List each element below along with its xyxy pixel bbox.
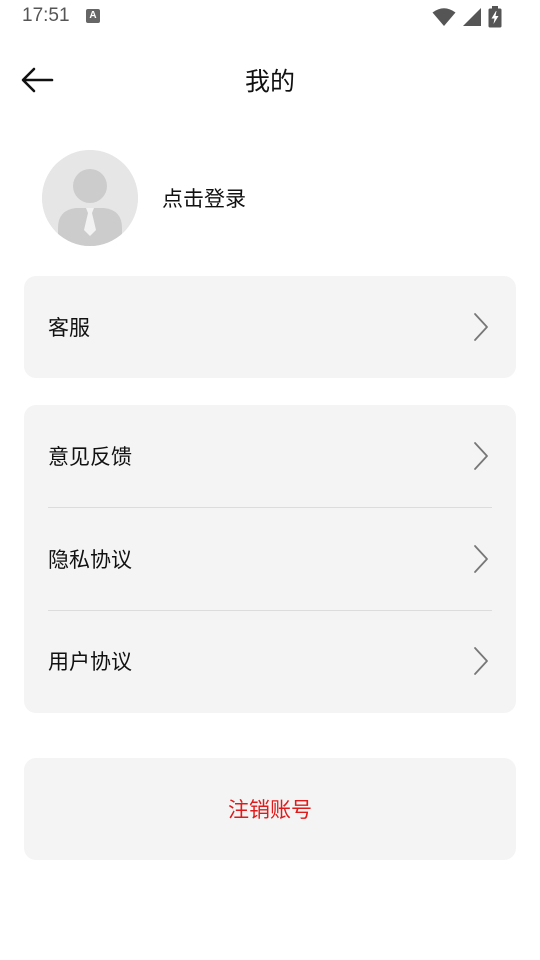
status-icons [432,6,502,28]
chevron-right-icon [474,544,488,573]
login-label[interactable]: 点击登录 [162,183,246,213]
chevron-right-icon [474,313,488,341]
avatar[interactable] [42,150,138,246]
customer-service-card: 客服 [24,276,516,378]
delete-account-button[interactable]: 注销账号 [24,758,516,860]
menu-item-label: 用户协议 [48,650,132,675]
signal-icon [463,8,481,26]
chevron-right-icon [474,442,488,471]
page-title: 我的 [244,67,295,96]
menu-item-feedback[interactable]: 意见反馈 [24,405,516,508]
menu-item-privacy-policy[interactable]: 隐私协议 [24,508,516,611]
status-bar: 17:51 A [0,0,540,34]
header: 我的 [0,44,540,116]
menu-item-customer-service[interactable]: 客服 [24,276,516,378]
menu-item-label: 意见反馈 [48,445,132,470]
profile-login[interactable]: 点击登录 [42,150,246,246]
wifi-icon [432,8,456,26]
default-user-avatar-icon [42,150,138,246]
menu-item-label: 隐私协议 [48,547,132,572]
menu-item-label: 客服 [48,316,90,340]
battery-charging-icon [488,6,502,28]
settings-group-card: 意见反馈 隐私协议 用户协议 [24,405,516,713]
menu-item-user-agreement[interactable]: 用户协议 [24,610,516,713]
status-time: 17:51 [22,5,70,26]
delete-account-label: 注销账号 [228,798,312,822]
a-icon: A [86,9,100,23]
delete-account-card: 注销账号 [24,758,516,860]
chevron-right-icon [474,647,488,676]
